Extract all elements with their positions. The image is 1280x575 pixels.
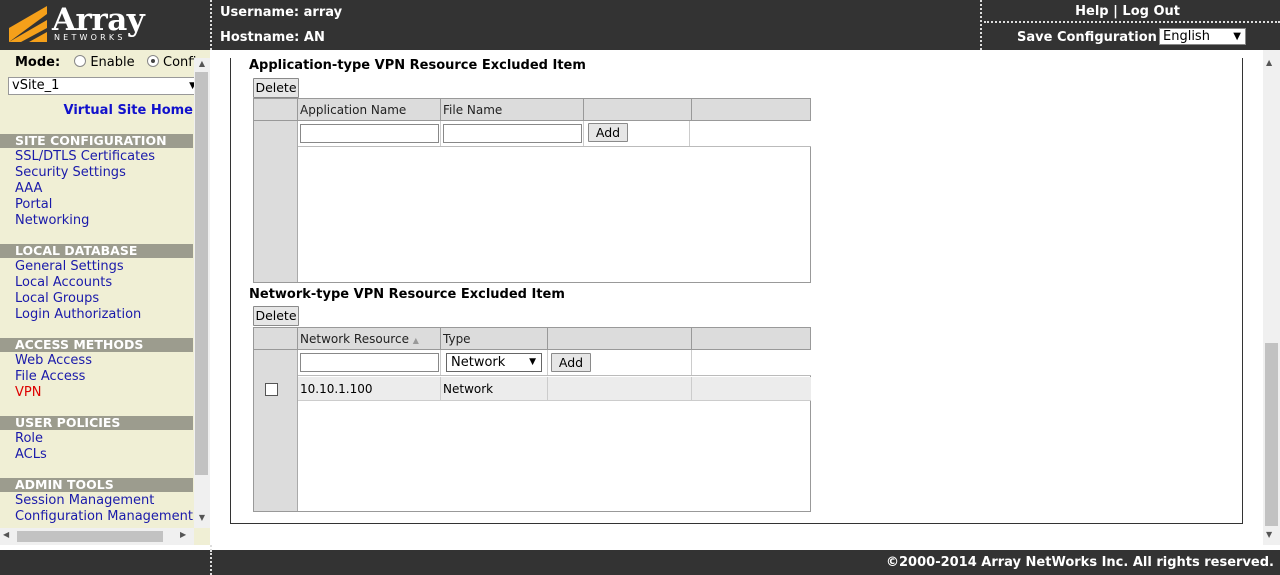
nav-login-authorization[interactable]: Login Authorization — [15, 307, 141, 323]
sidebar-vertical-scroll-thumb[interactable] — [195, 72, 208, 475]
scroll-left-arrow-icon[interactable]: ◀ — [3, 530, 9, 539]
grid-row-gutter — [254, 328, 298, 511]
header-divider-horizontal — [984, 21, 1280, 23]
net-section-title: Network-type VPN Resource Excluded Item — [249, 287, 565, 302]
col-type[interactable]: Type — [441, 328, 548, 349]
net-add-button[interactable]: Add — [551, 353, 591, 372]
app-excluded-grid: Application Name File Name — [253, 98, 811, 283]
nav-configuration-management[interactable]: Configuration Management — [15, 509, 193, 525]
row-select-checkbox[interactable] — [265, 383, 278, 396]
grid-row-gutter — [254, 99, 298, 282]
scroll-up-arrow-icon[interactable]: ▲ — [1266, 58, 1272, 67]
col-network-resource[interactable]: Network Resource ▲ — [298, 328, 441, 349]
net-excluded-grid: Network Resource ▲ Type Network ▼ 10.10.… — [253, 327, 811, 512]
sidebar: Mode: Enable Config vSite_1 ▼ Virtual Si… — [0, 50, 210, 545]
top-header: Array NETWORKS Username: array Hostname:… — [0, 0, 1280, 50]
network-resource-input[interactable] — [300, 353, 439, 372]
grid-header: Network Resource ▲ Type — [254, 328, 810, 350]
col-empty-1 — [548, 328, 692, 349]
nav-security-settings[interactable]: Security Settings — [15, 165, 126, 181]
col-application-name[interactable]: Application Name — [298, 99, 441, 120]
mode-selector: Mode: Enable Config — [15, 55, 205, 70]
nav-web-access[interactable]: Web Access — [15, 353, 92, 369]
vsite-value: vSite_1 — [12, 78, 60, 93]
select-column-header — [254, 328, 298, 349]
file-name-cell — [441, 121, 584, 146]
array-logo-icon — [9, 6, 47, 42]
network-type-value: Network — [441, 377, 548, 401]
nav-role[interactable]: Role — [15, 431, 43, 447]
app-name-cell — [298, 121, 441, 146]
help-logout-links: Help | Log Out — [1075, 4, 1180, 19]
col-network-resource-label: Network Resource — [300, 332, 409, 346]
app-delete-button[interactable]: Delete — [253, 78, 299, 98]
language-value: English — [1163, 29, 1210, 44]
type-select[interactable]: Network ▼ — [446, 353, 542, 372]
table-row[interactable]: 10.10.1.100 Network — [298, 377, 811, 401]
section-admin-tools: ADMIN TOOLS — [0, 478, 193, 492]
mode-label: Mode: — [15, 55, 61, 70]
type-cell: Network ▼ — [441, 350, 548, 375]
section-access-methods: ACCESS METHODS — [0, 338, 193, 352]
vsite-select[interactable]: vSite_1 ▼ — [8, 77, 200, 95]
scroll-up-arrow-icon[interactable]: ▲ — [196, 58, 208, 70]
nav-local-groups[interactable]: Local Groups — [15, 291, 99, 307]
grid-header: Application Name File Name — [254, 99, 810, 121]
section-site-configuration: SITE CONFIGURATION — [0, 134, 193, 148]
nav-vpn[interactable]: VPN — [15, 385, 41, 401]
array-networks-logo[interactable]: Array NETWORKS — [0, 0, 210, 50]
main-vertical-scroll-thumb[interactable] — [1265, 343, 1278, 526]
username-label: Username: array — [220, 5, 343, 20]
col-empty-1 — [584, 99, 692, 120]
logout-link[interactable]: Log Out — [1122, 4, 1180, 19]
language-select[interactable]: English ▼ — [1159, 28, 1246, 45]
logo-sub-text: NETWORKS — [54, 33, 126, 42]
dropdown-arrow-icon: ▼ — [1233, 31, 1241, 42]
virtual-site-home-link[interactable]: Virtual Site Home — [64, 103, 193, 118]
scroll-down-arrow-icon[interactable]: ▼ — [1266, 530, 1272, 539]
col-file-name[interactable]: File Name — [441, 99, 584, 120]
nav-local-accounts[interactable]: Local Accounts — [15, 275, 112, 291]
scroll-down-arrow-icon[interactable]: ▼ — [196, 512, 208, 524]
sidebar-horizontal-scroll-thumb[interactable] — [17, 531, 163, 542]
nav-file-access[interactable]: File Access — [15, 369, 85, 385]
nav-general-settings[interactable]: General Settings — [15, 259, 124, 275]
copyright-text: ©2000-2014 Array NetWorks Inc. All right… — [886, 555, 1274, 570]
nav-portal[interactable]: Portal — [15, 197, 52, 213]
select-column-header — [254, 99, 298, 120]
save-configuration-link[interactable]: Save Configuration | — [1017, 30, 1166, 45]
hostname-label: Hostname: AN — [220, 30, 325, 45]
section-user-policies: USER POLICIES — [0, 416, 193, 430]
app-add-row — [298, 121, 811, 147]
network-resource-value: 10.10.1.100 — [298, 377, 441, 401]
mode-config-radio[interactable] — [147, 55, 160, 67]
footer: ©2000-2014 Array NetWorks Inc. All right… — [0, 550, 1280, 575]
help-link[interactable]: Help — [1075, 4, 1108, 19]
mode-enable-label: Enable — [90, 55, 135, 70]
nav-ssl-dtls-certificates[interactable]: SSL/DTLS Certificates — [15, 149, 155, 165]
header-divider-left — [210, 0, 212, 50]
app-section-title: Application-type VPN Resource Excluded I… — [249, 58, 586, 73]
type-select-value: Network — [451, 355, 506, 370]
net-delete-button[interactable]: Delete — [253, 306, 299, 326]
footer-divider-dots — [210, 550, 212, 575]
nav-networking[interactable]: Networking — [15, 213, 89, 229]
header-divider-right — [980, 0, 982, 50]
sort-ascending-icon: ▲ — [412, 336, 419, 345]
nav-aaa[interactable]: AAA — [15, 181, 42, 197]
app-add-button[interactable]: Add — [588, 123, 628, 142]
nav-session-management[interactable]: Session Management — [15, 493, 154, 509]
header-separator: | — [1113, 4, 1118, 19]
network-resource-cell — [298, 350, 441, 375]
section-local-database: LOCAL DATABASE — [0, 244, 193, 258]
application-name-input[interactable] — [300, 124, 439, 143]
row-empty-cell — [548, 377, 692, 401]
dropdown-arrow-icon: ▼ — [529, 357, 536, 367]
nav-acls[interactable]: ACLs — [15, 447, 47, 463]
mode-enable-radio[interactable] — [74, 55, 87, 67]
scroll-right-arrow-icon[interactable]: ▶ — [180, 530, 186, 539]
file-name-input[interactable] — [443, 124, 582, 143]
